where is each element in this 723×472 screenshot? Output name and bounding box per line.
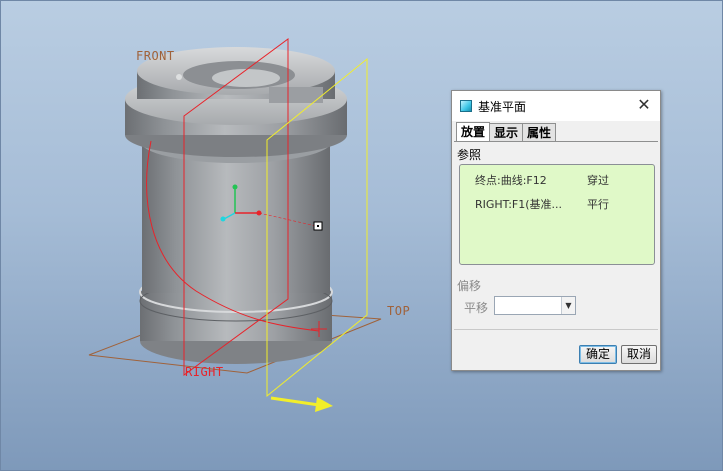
datum-plane-icon [460,100,472,112]
right-plane-label: RIGHT [185,365,224,379]
references-label: 参照 [457,148,482,162]
offset-label: 偏移 [457,279,482,293]
reference-constraint[interactable]: 平行 [587,196,609,212]
placement-panel: 参照 终点:曲线:F12 穿过 RIGHT:F1(基准... 平行 偏移 平移 … [454,141,658,327]
cancel-button[interactable]: 取消 [621,345,657,364]
reference-constraint[interactable]: 穿过 [587,172,609,188]
close-icon[interactable]: ✕ [636,97,652,113]
reference-item[interactable]: RIGHT:F1(基准... 平行 [475,196,655,212]
footer-divider [454,329,658,330]
reference-name: RIGHT:F1(基准... [475,198,563,211]
tab-placement[interactable]: 放置 [456,122,491,142]
top-plane-label: TOP [387,304,411,318]
translation-combo[interactable]: ▼ [494,296,576,315]
translation-label: 平移 [464,301,489,315]
front-plane-label: FRONT [136,49,175,63]
direction-arrow [315,397,333,412]
chevron-down-icon[interactable]: ▼ [561,297,575,314]
reference-name: 终点:曲线:F12 [475,174,547,187]
tab-display[interactable]: 显示 [489,123,524,141]
tab-bar: 放置 显示 属性 [456,122,557,142]
references-list[interactable]: 终点:曲线:F12 穿过 RIGHT:F1(基准... 平行 [459,164,655,265]
dialog-title: 基准平面 [478,99,527,114]
ok-button[interactable]: 确定 [579,345,617,364]
reference-item[interactable]: 终点:曲线:F12 穿过 [475,172,655,188]
datum-plane-dialog: 基准平面 ✕ 放置 显示 属性 参照 终点:曲线:F12 穿过 RIGHT:F1… [451,90,661,371]
dialog-titlebar[interactable]: 基准平面 ✕ [452,91,660,121]
cylinder-part [125,47,347,364]
tab-properties[interactable]: 属性 [522,123,557,141]
